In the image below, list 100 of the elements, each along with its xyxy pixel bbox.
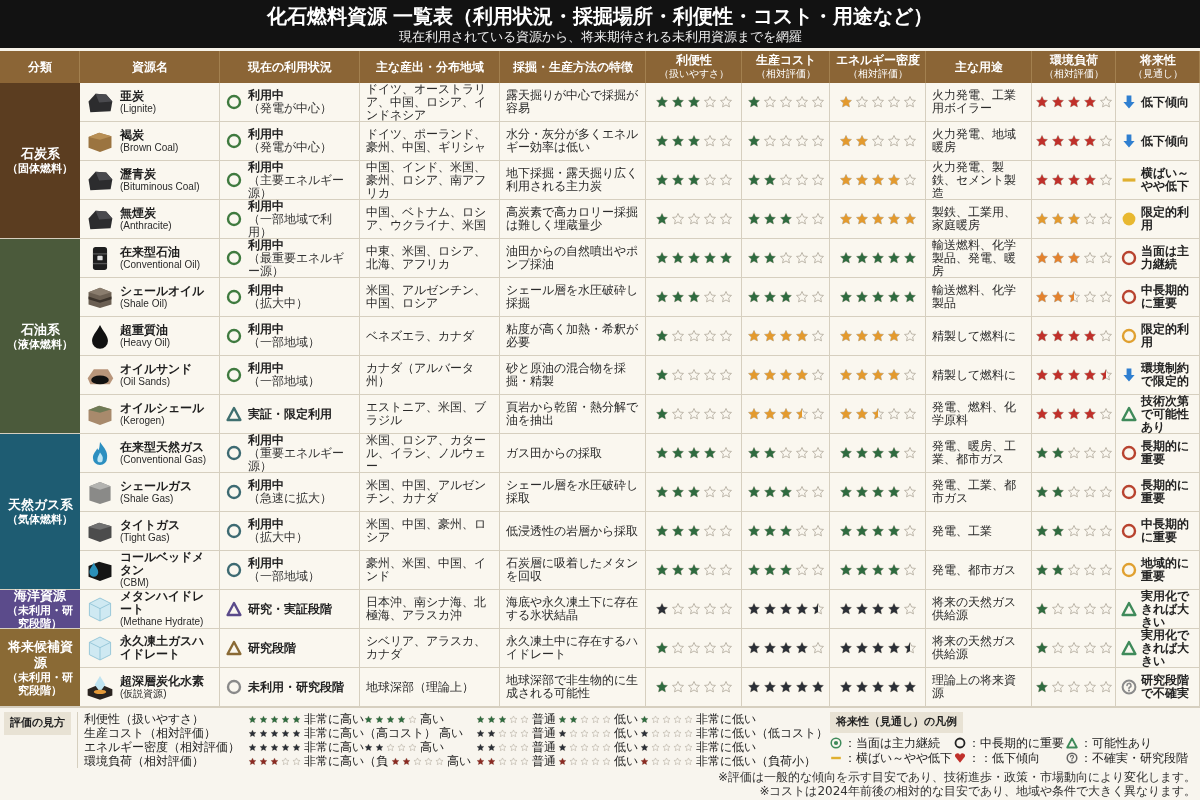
- outlook-text: 中長期的に重要: [1141, 518, 1190, 544]
- legend-label: 生産コスト（相対評価）: [84, 726, 217, 740]
- resource-english-name: (Oil Sands): [120, 375, 171, 388]
- region-text: 米国、ロシア、カタール、イラン、ノルウェー: [366, 433, 487, 473]
- method-text: 露天掘りが中心で採掘が容易: [506, 89, 639, 115]
- page-title: 化石燃料資源 一覧表（利用状況・採掘場所・利便性・コスト・用途など）: [266, 3, 934, 28]
- column-header: 採掘・生産方法の特徴: [500, 51, 646, 83]
- category-cell: 石油系 （液体燃料）: [0, 239, 80, 434]
- resource-name: 瀝青炭: [120, 167, 157, 181]
- region-text: 豪州、米国、中国、インド: [366, 557, 487, 583]
- legend-title: 将来性（見通し）の凡例: [830, 712, 963, 733]
- status-text: 利用中: [248, 362, 284, 375]
- legend-text: 普通: [532, 726, 556, 740]
- legend-text: 非常に低い（低コスト）: [696, 726, 828, 740]
- legend-text: 高い: [447, 754, 471, 768]
- resource-english-name: (Tight Gas): [120, 531, 171, 544]
- outlook-text: 環境制約で限定的: [1141, 362, 1190, 388]
- status-text: 利用中: [248, 433, 285, 447]
- resource-name: オイルサンド: [120, 362, 192, 376]
- method-text: 地下採掘・露天掘り広く利用される主力炭: [506, 167, 639, 193]
- column-header: 現在の利用状況: [220, 51, 360, 83]
- legend-text: 普通: [532, 740, 556, 754]
- resource-english-name: (Anthracite): [120, 219, 172, 232]
- status-note: （発電が中心）: [248, 102, 332, 115]
- legend-text: 普通: [532, 712, 556, 726]
- resource-english-name: (Methane Hydrate): [120, 616, 205, 628]
- outlook-text: 中長期的に重要: [1141, 284, 1190, 310]
- legend-text: 非常に高い: [304, 712, 364, 726]
- status-note: （急速に拡大）: [248, 492, 332, 505]
- method-text: 地球深部で非生物的に生成される可能性: [506, 674, 639, 700]
- use-text: 輸送燃料、化学製品: [932, 284, 1017, 310]
- resource-english-name: (Conventional Gas): [120, 453, 207, 466]
- category-cell: 海洋資源 （未利用・研究段階）: [0, 590, 80, 629]
- resource-name: シェールガス: [120, 479, 192, 493]
- category-cell: 将来候補資源 （未利用・研究段階）: [0, 629, 80, 707]
- status-note: （一部地域）: [248, 375, 320, 388]
- legend-text: 低い: [614, 754, 638, 768]
- use-text: 発電、燃料、化学原料: [932, 401, 1017, 427]
- region-text: 中国、インド、米国、豪州、ロシア、南アフリカ: [366, 160, 487, 200]
- resource-name: コールベッドメタン: [120, 551, 205, 577]
- use-text: 発電、都市ガス: [932, 563, 1016, 577]
- status-note: （一部地域）: [248, 570, 320, 583]
- method-text: 低浸透性の岩層から採取: [506, 524, 638, 538]
- legend-text: 低い: [614, 726, 638, 740]
- legend-label: 利便性（扱いやすさ）: [84, 712, 205, 726]
- status-text: 研究・実証段階: [248, 602, 332, 616]
- region-text: 米国、中国、豪州、ロシア: [366, 518, 487, 544]
- status-note: （一部地域で利用）: [248, 212, 333, 239]
- region-text: 中東、米国、ロシア、北海、アフリカ: [366, 245, 487, 271]
- resource-english-name: (Bituminous Coal): [120, 180, 200, 193]
- legend-text: 高い: [420, 712, 444, 726]
- method-text: 石炭層に吸着したメタンを回収: [506, 557, 639, 583]
- status-note: （主要エネルギー源）: [248, 173, 345, 200]
- resource-english-name: (Kerogen): [120, 414, 166, 427]
- resource-english-name: (Shale Oil): [120, 297, 169, 310]
- resource-english-name: (仮説資源): [120, 687, 167, 700]
- column-header: 主な用途: [926, 51, 1032, 83]
- legend-text: 非常に高い: [304, 726, 364, 740]
- status-text: 利用中: [248, 199, 284, 213]
- region-text: 日本沖、南シナ海、北極海、アラスカ沖: [366, 596, 487, 622]
- legend-text: 非常に高い: [304, 740, 364, 754]
- outlook-text: 実用化できれば大きい: [1141, 628, 1191, 668]
- method-text: 頁岩から乾留・熱分解で油を抽出: [506, 401, 639, 427]
- legend-text: 低い: [614, 712, 638, 726]
- status-note: （一部地域）: [248, 336, 320, 349]
- use-text: 発電、工業: [932, 524, 992, 538]
- method-text: 海底や永久凍土下に存在する氷状結晶: [506, 596, 639, 622]
- region-text: カナダ（アルバータ州）: [366, 362, 475, 388]
- legend-label: 環境負荷（相対評価）: [84, 754, 205, 768]
- legend-text: ：可能性あり: [1080, 735, 1152, 750]
- legend-text: 非常に高い: [304, 754, 364, 768]
- resource-name: シェールオイル: [120, 284, 204, 298]
- footnote: ※評価は一般的な傾向を示す目安であり、技術進歩・政策・市場動向により変化します。: [717, 770, 1196, 784]
- resource-name: 亜炭: [120, 89, 145, 103]
- legend-text: ：不確実・研究段階: [1080, 750, 1188, 765]
- use-text: 製鉄、工業用、家庭暖房: [932, 206, 1017, 232]
- use-text: 火力発電、工業用ボイラー: [932, 89, 1017, 115]
- column-header: 分類: [0, 51, 80, 83]
- use-text: 火力発電、地域暖房: [932, 128, 1017, 154]
- status-text: 利用中: [248, 323, 284, 336]
- outlook-text: 限定的利用: [1141, 206, 1190, 232]
- use-text: 火力発電、製鉄、セメント製造: [932, 160, 1017, 200]
- outlook-text: 横ばい～やや低下: [1141, 167, 1190, 193]
- status-note: （拡大中）: [248, 531, 308, 544]
- page-subtitle: 現在利用されている資源から、将来期待される未利用資源までを網羅: [398, 27, 802, 45]
- outlook-text: 当面は主力継続: [1141, 245, 1190, 271]
- resource-name: 在来型天然ガス: [120, 440, 205, 454]
- column-header: 利便性 （扱いやすさ）: [646, 51, 742, 83]
- column-header: 生産コスト （相対評価）: [742, 51, 830, 83]
- status-text: 利用中: [248, 518, 285, 531]
- outlook-text: 実用化できれば大きい: [1141, 589, 1191, 629]
- resource-name: 褐炭: [120, 128, 145, 142]
- legend-text: 普通: [532, 754, 556, 768]
- resource-name: 永久凍土ガスハイドレート: [120, 635, 205, 661]
- resource-name: メタンハイドレート: [120, 590, 205, 616]
- legend-text: 高い: [439, 726, 463, 740]
- method-text: シェール層を水圧破砕し採掘: [506, 284, 639, 310]
- region-text: シベリア、アラスカ、カナダ: [366, 635, 487, 661]
- use-text: 発電、暖房、工業、都市ガス: [932, 440, 1017, 466]
- column-header: エネルギー密度 （相対評価）: [830, 51, 926, 83]
